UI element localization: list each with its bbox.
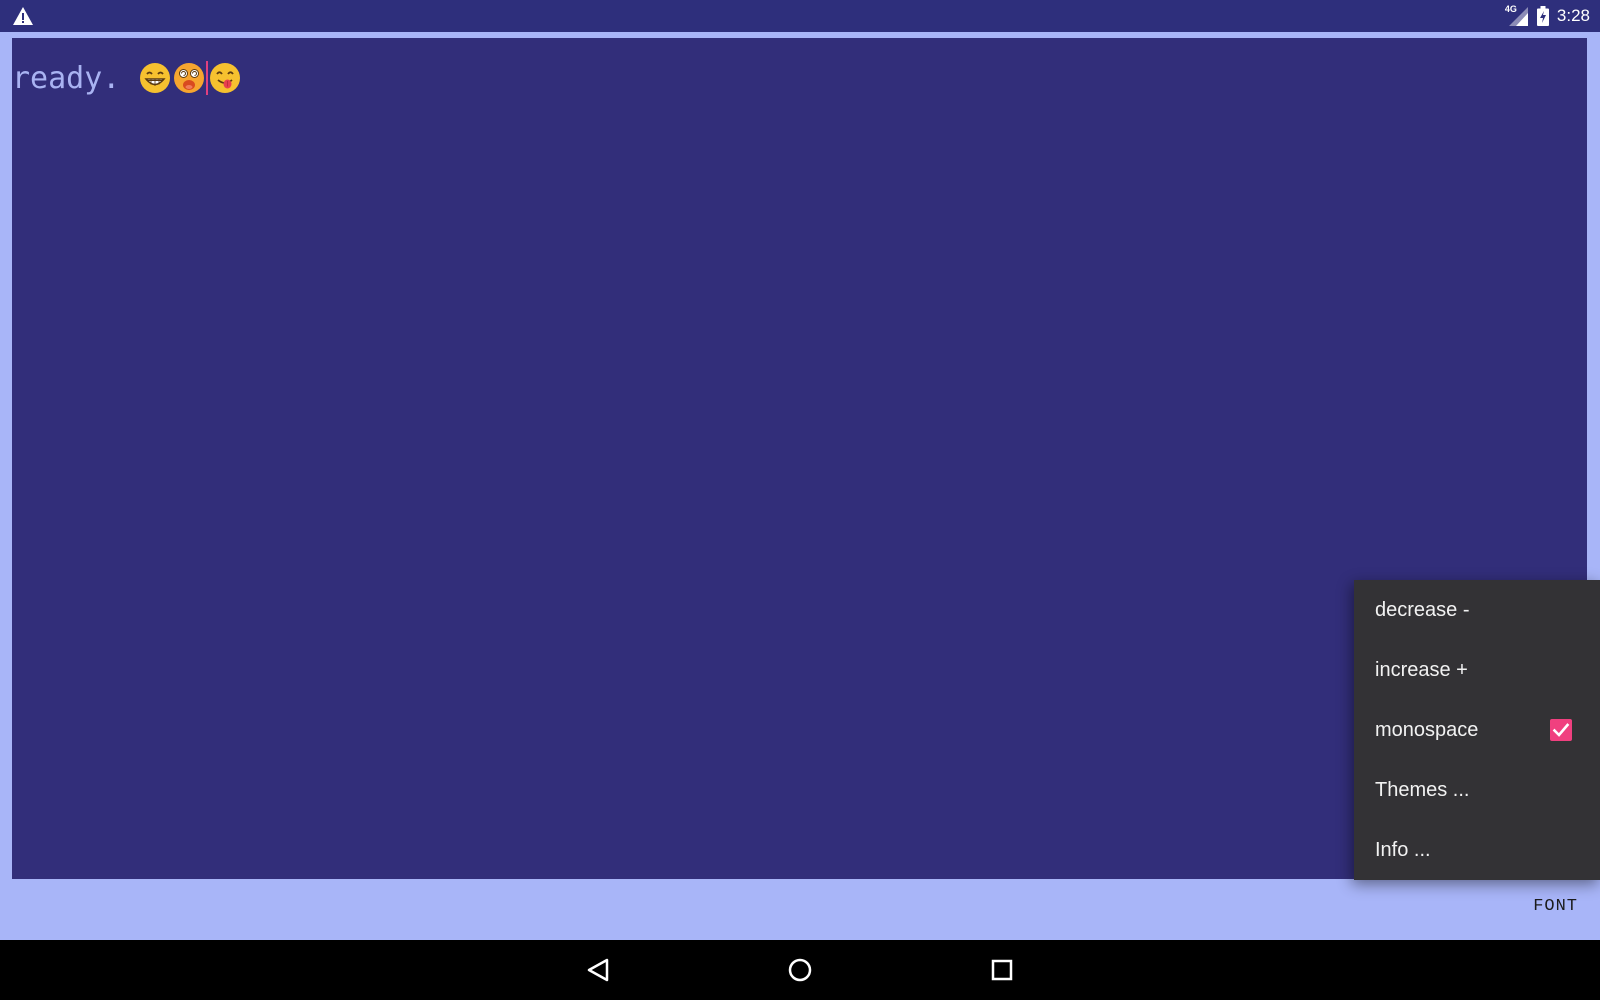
app-screen: 4G 3:28 ready. decrease - increase + mon… bbox=[0, 0, 1600, 1000]
menu-item-label: increase + bbox=[1375, 658, 1468, 681]
yum-face-icon bbox=[210, 63, 241, 93]
editor-line[interactable]: ready. bbox=[12, 58, 242, 98]
home-circle-icon[interactable] bbox=[781, 951, 819, 989]
back-triangle-icon[interactable] bbox=[579, 951, 617, 989]
menu-item-monospace[interactable]: monospace bbox=[1354, 700, 1600, 760]
menu-item-decrease[interactable]: decrease - bbox=[1354, 580, 1600, 640]
status-clock: 3:28 bbox=[1556, 6, 1590, 25]
dizzy-face-icon bbox=[174, 63, 205, 93]
grinning-face-icon bbox=[140, 63, 171, 93]
font-menu: decrease - increase + monospace Themes .… bbox=[1354, 580, 1600, 880]
menu-item-label: Info ... bbox=[1375, 838, 1431, 861]
menu-item-label: decrease - bbox=[1375, 598, 1470, 621]
recents-square-icon[interactable] bbox=[983, 951, 1021, 989]
battery-charging-icon bbox=[1536, 6, 1549, 26]
menu-item-themes[interactable]: Themes ... bbox=[1354, 760, 1600, 820]
status-icons: 4G 3:28 bbox=[1505, 0, 1590, 32]
warning-triangle-icon bbox=[13, 7, 33, 25]
navigation-bar bbox=[0, 940, 1600, 1000]
font-button[interactable]: FONT bbox=[1533, 897, 1578, 923]
menu-item-increase[interactable]: increase + bbox=[1354, 640, 1600, 700]
text-editor[interactable]: ready. bbox=[12, 38, 1587, 879]
menu-item-label: monospace bbox=[1375, 718, 1479, 741]
cell-signal-icon: 4G bbox=[1505, 4, 1529, 27]
checkmark-icon bbox=[1552, 723, 1570, 737]
editor-text: ready. bbox=[12, 60, 139, 96]
menu-item-label: Themes ... bbox=[1375, 778, 1470, 801]
status-bar: 4G 3:28 bbox=[0, 0, 1600, 32]
monospace-checkbox[interactable] bbox=[1550, 719, 1572, 741]
menu-item-info[interactable]: Info ... bbox=[1354, 820, 1600, 880]
